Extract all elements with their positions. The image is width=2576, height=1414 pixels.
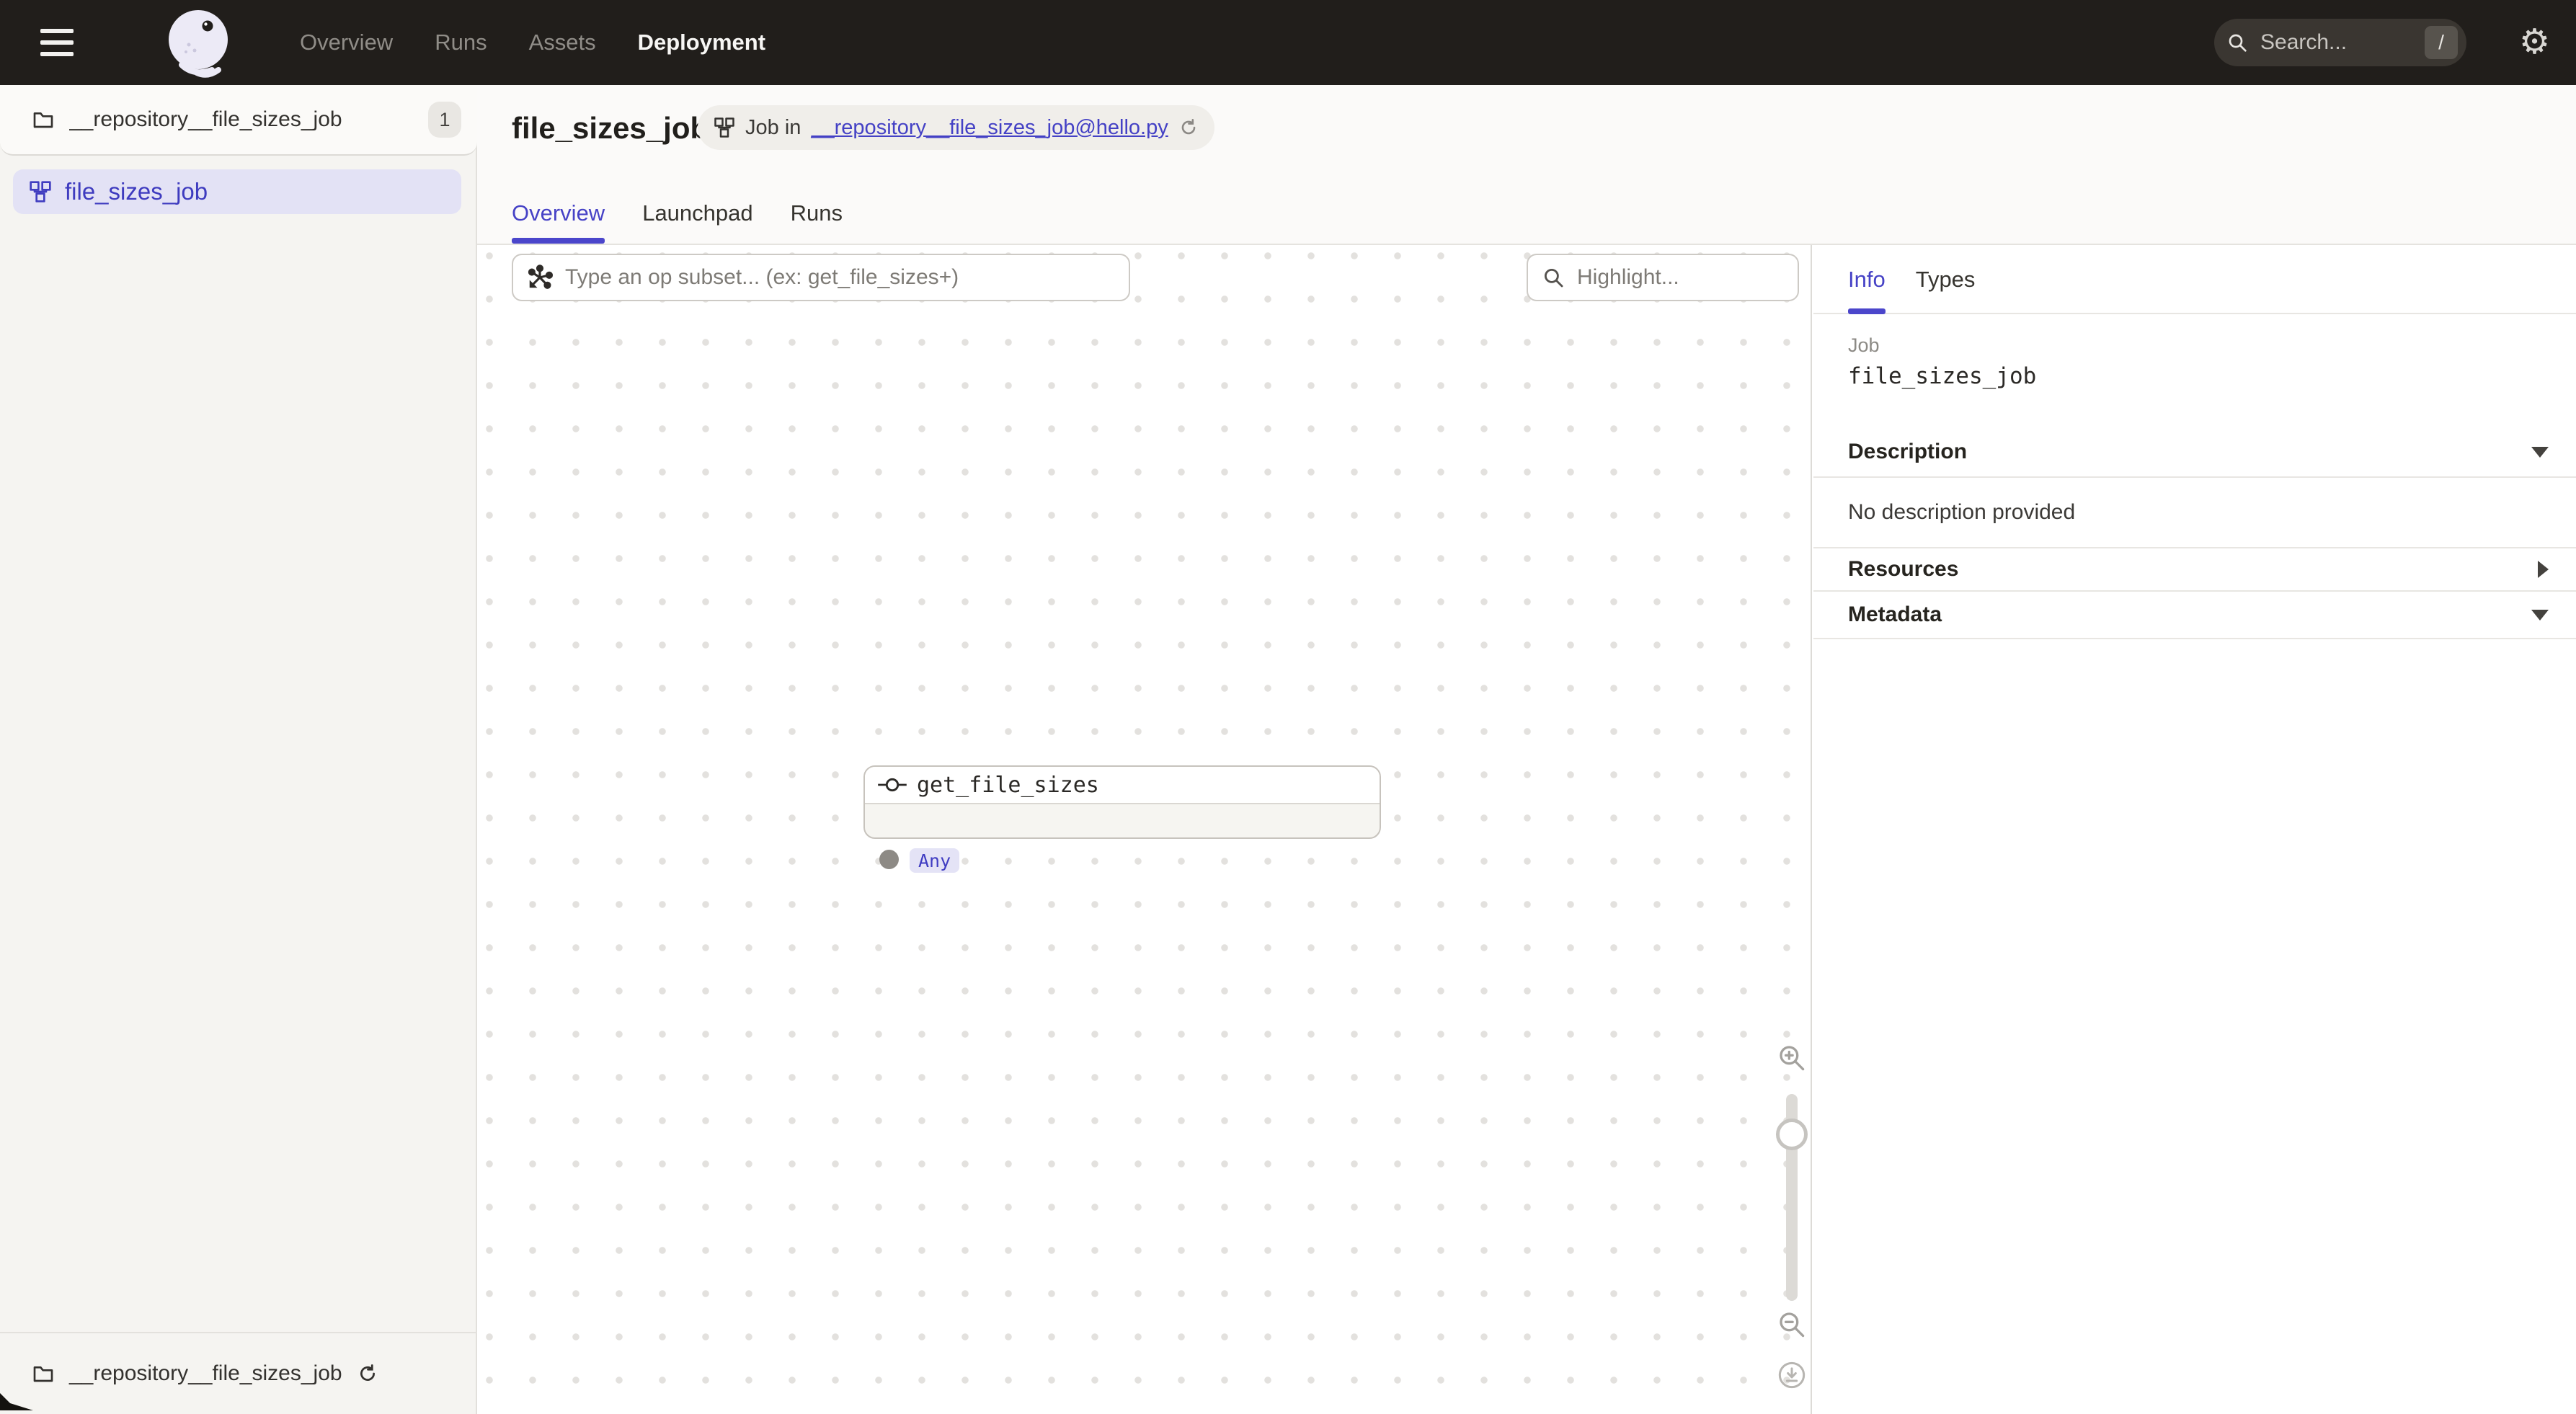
primary-nav: Overview Runs Assets Deployment — [300, 0, 765, 85]
op-node-get-file-sizes[interactable]: get_file_sizes — [863, 765, 1381, 839]
hamburger-menu-icon[interactable] — [40, 29, 74, 56]
job-icon — [714, 117, 735, 138]
sidebar-footer: __repository__file_sizes_job — [0, 1332, 477, 1414]
tab-runs[interactable]: Runs — [791, 200, 843, 244]
folder-icon — [32, 108, 55, 131]
folder-icon — [32, 1362, 55, 1385]
mouse-cursor — [0, 1392, 33, 1414]
hamburger-bar — [40, 52, 74, 56]
op-subset-input[interactable] — [565, 265, 1116, 290]
repository-link[interactable]: __repository__file_sizes_job@hello.py — [811, 116, 1168, 140]
zoom-out-button[interactable] — [1776, 1309, 1808, 1340]
refresh-icon — [357, 1363, 378, 1384]
section-resources[interactable]: Resources — [1813, 548, 2576, 592]
download-image-button[interactable] — [1777, 1361, 1806, 1389]
job-info-panel: Info Types Job file_sizes_job Descriptio… — [1813, 245, 2576, 1414]
tab-info[interactable]: Info — [1848, 245, 1886, 314]
reload-repository-button[interactable] — [357, 1363, 378, 1384]
section-resources-title: Resources — [1848, 557, 2538, 582]
job-context-pill: Job in __repository__file_sizes_job@hell… — [698, 105, 1214, 150]
search-shortcut-key: / — [2425, 26, 2458, 59]
section-description-body: No description provided — [1813, 478, 2576, 548]
zoom-in-button[interactable] — [1776, 1042, 1808, 1074]
tab-types[interactable]: Types — [1916, 245, 1976, 314]
op-icon — [878, 777, 907, 793]
footer-repository-name: __repository__file_sizes_job — [69, 1361, 342, 1386]
nav-item-overview[interactable]: Overview — [300, 30, 393, 55]
job-icon — [29, 180, 52, 203]
dagster-logo-icon — [164, 7, 236, 79]
reload-definitions-button[interactable] — [1178, 117, 1199, 138]
job-header: file_sizes_job Job in __repository__file… — [477, 85, 2576, 245]
highlight-filter — [1527, 254, 1799, 301]
panel-sections: Description No description provided Reso… — [1813, 427, 2576, 639]
search-input[interactable] — [2260, 30, 2425, 55]
op-subset-filter — [512, 254, 1130, 301]
tab-overview[interactable]: Overview — [512, 200, 605, 244]
section-metadata[interactable]: Metadata — [1813, 592, 2576, 639]
top-navigation-bar: Overview Runs Assets Deployment / ⚙ — [0, 0, 2576, 85]
dagster-logo[interactable] — [164, 7, 236, 79]
op-output-port — [879, 850, 899, 869]
op-node-header: get_file_sizes — [865, 767, 1380, 804]
nav-item-deployment[interactable]: Deployment — [638, 30, 765, 55]
zoom-slider-handle[interactable] — [1776, 1119, 1808, 1150]
panel-tabs: Info Types — [1848, 245, 1975, 314]
global-search: / — [2214, 19, 2466, 66]
zoom-in-icon — [1776, 1042, 1808, 1074]
nav-item-runs[interactable]: Runs — [435, 30, 487, 55]
chevron-down-icon — [2531, 610, 2549, 621]
job-tabs: Overview Launchpad Runs — [512, 200, 843, 244]
job-field-label: Job — [1848, 334, 1880, 357]
op-node-label: get_file_sizes — [917, 773, 1099, 798]
search-icon — [2214, 19, 2260, 66]
description-empty-text: No description provided — [1848, 500, 2075, 525]
hamburger-bar — [40, 40, 74, 45]
search-icon — [1541, 265, 1565, 290]
tab-launchpad[interactable]: Launchpad — [642, 200, 752, 244]
highlight-input[interactable] — [1577, 265, 1785, 290]
sidebar-item-label: file_sizes_job — [65, 178, 208, 205]
output-type-badge[interactable]: Any — [910, 848, 959, 873]
job-sidebar: __repository__file_sizes_job 1 file_size… — [0, 85, 477, 1414]
zoom-out-icon — [1776, 1309, 1808, 1340]
nav-item-assets[interactable]: Assets — [529, 30, 596, 55]
page-title: file_sizes_job — [512, 111, 709, 146]
section-metadata-title: Metadata — [1848, 602, 2531, 627]
download-icon — [1777, 1361, 1806, 1389]
chevron-right-icon — [2538, 561, 2549, 578]
job-field-value: file_sizes_job — [1848, 363, 2036, 389]
sidebar-repository-name: __repository__file_sizes_job — [69, 107, 414, 132]
section-description-title: Description — [1848, 440, 2531, 464]
op-graph-canvas[interactable]: get_file_sizes Any — [477, 245, 1812, 1414]
job-context-prefix: Job in — [745, 116, 801, 140]
gear-icon[interactable]: ⚙ — [2519, 23, 2550, 61]
sidebar-repository-header[interactable]: __repository__file_sizes_job 1 — [0, 85, 477, 156]
refresh-icon — [1178, 117, 1199, 138]
job-count-badge: 1 — [428, 102, 461, 138]
sidebar-item-file-sizes-job[interactable]: file_sizes_job — [13, 169, 461, 214]
section-description[interactable]: Description — [1813, 427, 2576, 478]
op-selector-icon — [526, 264, 554, 291]
chevron-down-icon — [2531, 447, 2549, 458]
hamburger-bar — [40, 29, 74, 33]
